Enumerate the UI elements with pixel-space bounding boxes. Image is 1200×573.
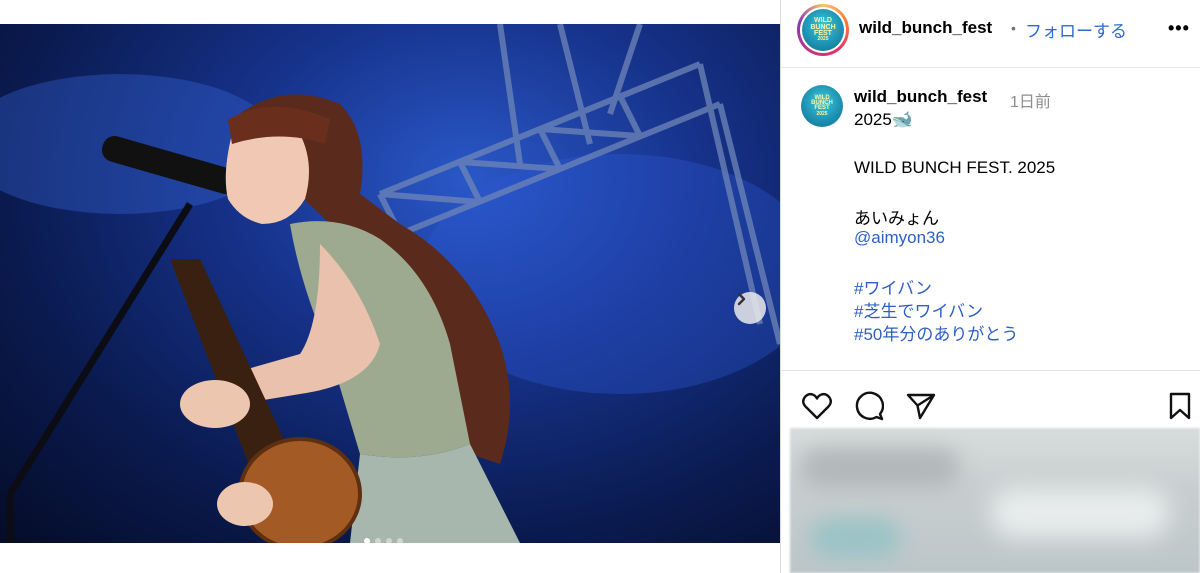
caption-avatar[interactable]: WILD BUNCH FEST 2025 <box>801 85 843 127</box>
hashtag-link[interactable]: #50年分のありがとう <box>854 320 1018 345</box>
save-button[interactable] <box>1164 390 1196 422</box>
post-header: WILD BUNCH FEST 2025 wild_bunch_fest • フ… <box>781 0 1200 68</box>
story-ring-avatar[interactable]: WILD BUNCH FEST 2025 <box>797 4 849 56</box>
heart-icon <box>802 392 832 420</box>
follow-button[interactable]: フォローする <box>1025 17 1127 42</box>
caption-section: WILD BUNCH FEST 2025 wild_bunch_fest 1日前… <box>781 69 1200 371</box>
avatar-text: 2025 <box>817 36 829 43</box>
caption-line: 2025🐋 <box>854 110 913 129</box>
concert-photo-illustration <box>0 24 780 543</box>
header-username[interactable]: wild_bunch_fest <box>859 18 992 38</box>
hashtag-link[interactable]: #ワイバン <box>854 274 932 299</box>
mention-link[interactable]: @aimyon36 <box>854 228 945 248</box>
caption-username[interactable]: wild_bunch_fest <box>854 87 987 107</box>
comment-button[interactable] <box>853 390 885 422</box>
chevron-right-icon <box>737 292 746 306</box>
hashtag-link[interactable]: #芝生でワイバン <box>854 297 983 322</box>
caption-line: WILD BUNCH FEST. 2025 <box>854 158 1056 177</box>
action-bar <box>781 372 1200 428</box>
next-image-button[interactable] <box>734 292 766 324</box>
avatar-text: 2025 <box>816 110 828 117</box>
media-bottom-margin <box>0 543 780 573</box>
more-options-button[interactable]: ••• <box>1168 18 1190 39</box>
blurred-content-area <box>790 428 1200 573</box>
comment-icon <box>855 391 884 421</box>
share-icon <box>906 393 936 420</box>
post-timestamp[interactable]: 1日前 <box>1010 88 1051 112</box>
caption-line: あいみょん <box>854 209 939 228</box>
bookmark-icon <box>1169 392 1191 420</box>
avatar: WILD BUNCH FEST 2025 <box>802 9 844 51</box>
header-separator: • <box>1011 20 1016 36</box>
media-top-margin <box>0 0 780 24</box>
post-photo[interactable] <box>0 24 780 543</box>
like-button[interactable] <box>801 390 833 422</box>
share-button[interactable] <box>905 390 937 422</box>
